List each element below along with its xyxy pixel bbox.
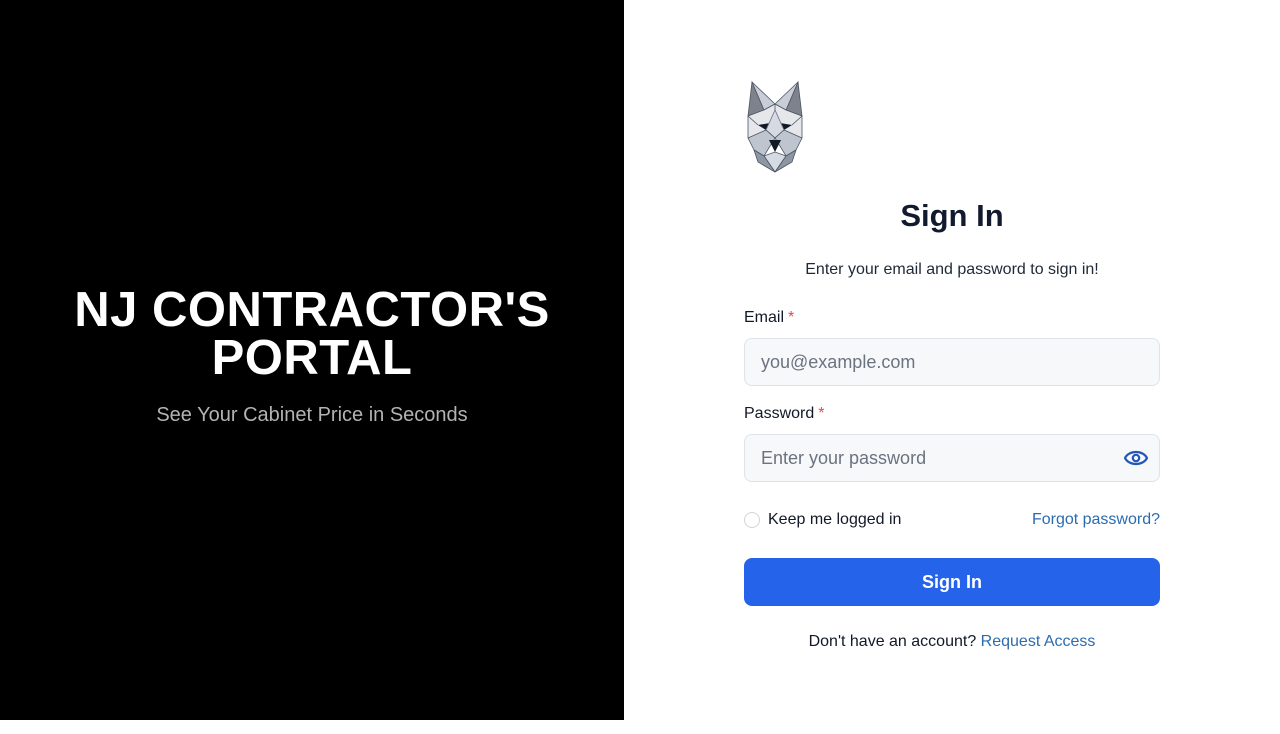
- password-required-mark: *: [818, 405, 825, 422]
- hero-title-line-1: NJ CONTRACTOR'S: [74, 283, 550, 337]
- keep-logged-in-checkbox[interactable]: [744, 512, 760, 528]
- email-required-mark: *: [788, 309, 795, 326]
- hero-subtitle: See Your Cabinet Price in Seconds: [156, 404, 468, 426]
- password-input[interactable]: [745, 435, 1159, 481]
- sign-in-button[interactable]: Sign In: [744, 558, 1160, 606]
- wolf-head-logo-icon: [747, 80, 803, 173]
- show-password-eye-icon[interactable]: [1123, 446, 1149, 470]
- email-label-text: Email: [744, 309, 785, 326]
- password-field-container: [744, 434, 1160, 482]
- forgot-password-link[interactable]: Forgot password?: [1032, 510, 1160, 530]
- request-access-link[interactable]: Request Access: [981, 633, 1096, 650]
- email-field-container: [744, 338, 1160, 386]
- email-label: Email *: [744, 308, 1160, 328]
- hero-title: NJ CONTRACTOR'S PORTAL: [0, 283, 624, 385]
- hero-panel: NJ CONTRACTOR'S PORTAL See Your Cabinet …: [0, 0, 624, 720]
- sign-in-subtitle: Enter your email and password to sign in…: [805, 261, 1099, 278]
- password-label-text: Password: [744, 405, 815, 422]
- sign-in-form-panel: Sign In Enter your email and password to…: [624, 0, 1280, 720]
- keep-logged-in-label: Keep me logged in: [768, 511, 902, 528]
- no-account-text: Don't have an account?: [808, 633, 977, 650]
- request-access-prompt: Don't have an account? Request Access: [744, 632, 1160, 652]
- keep-logged-in[interactable]: Keep me logged in: [744, 510, 901, 530]
- hero-title-line-2: PORTAL: [211, 331, 413, 385]
- sign-in-page: NJ CONTRACTOR'S PORTAL See Your Cabinet …: [0, 0, 1280, 734]
- sign-in-title: Sign In: [900, 198, 1004, 233]
- password-label: Password *: [744, 404, 1160, 424]
- email-input[interactable]: [745, 339, 1159, 385]
